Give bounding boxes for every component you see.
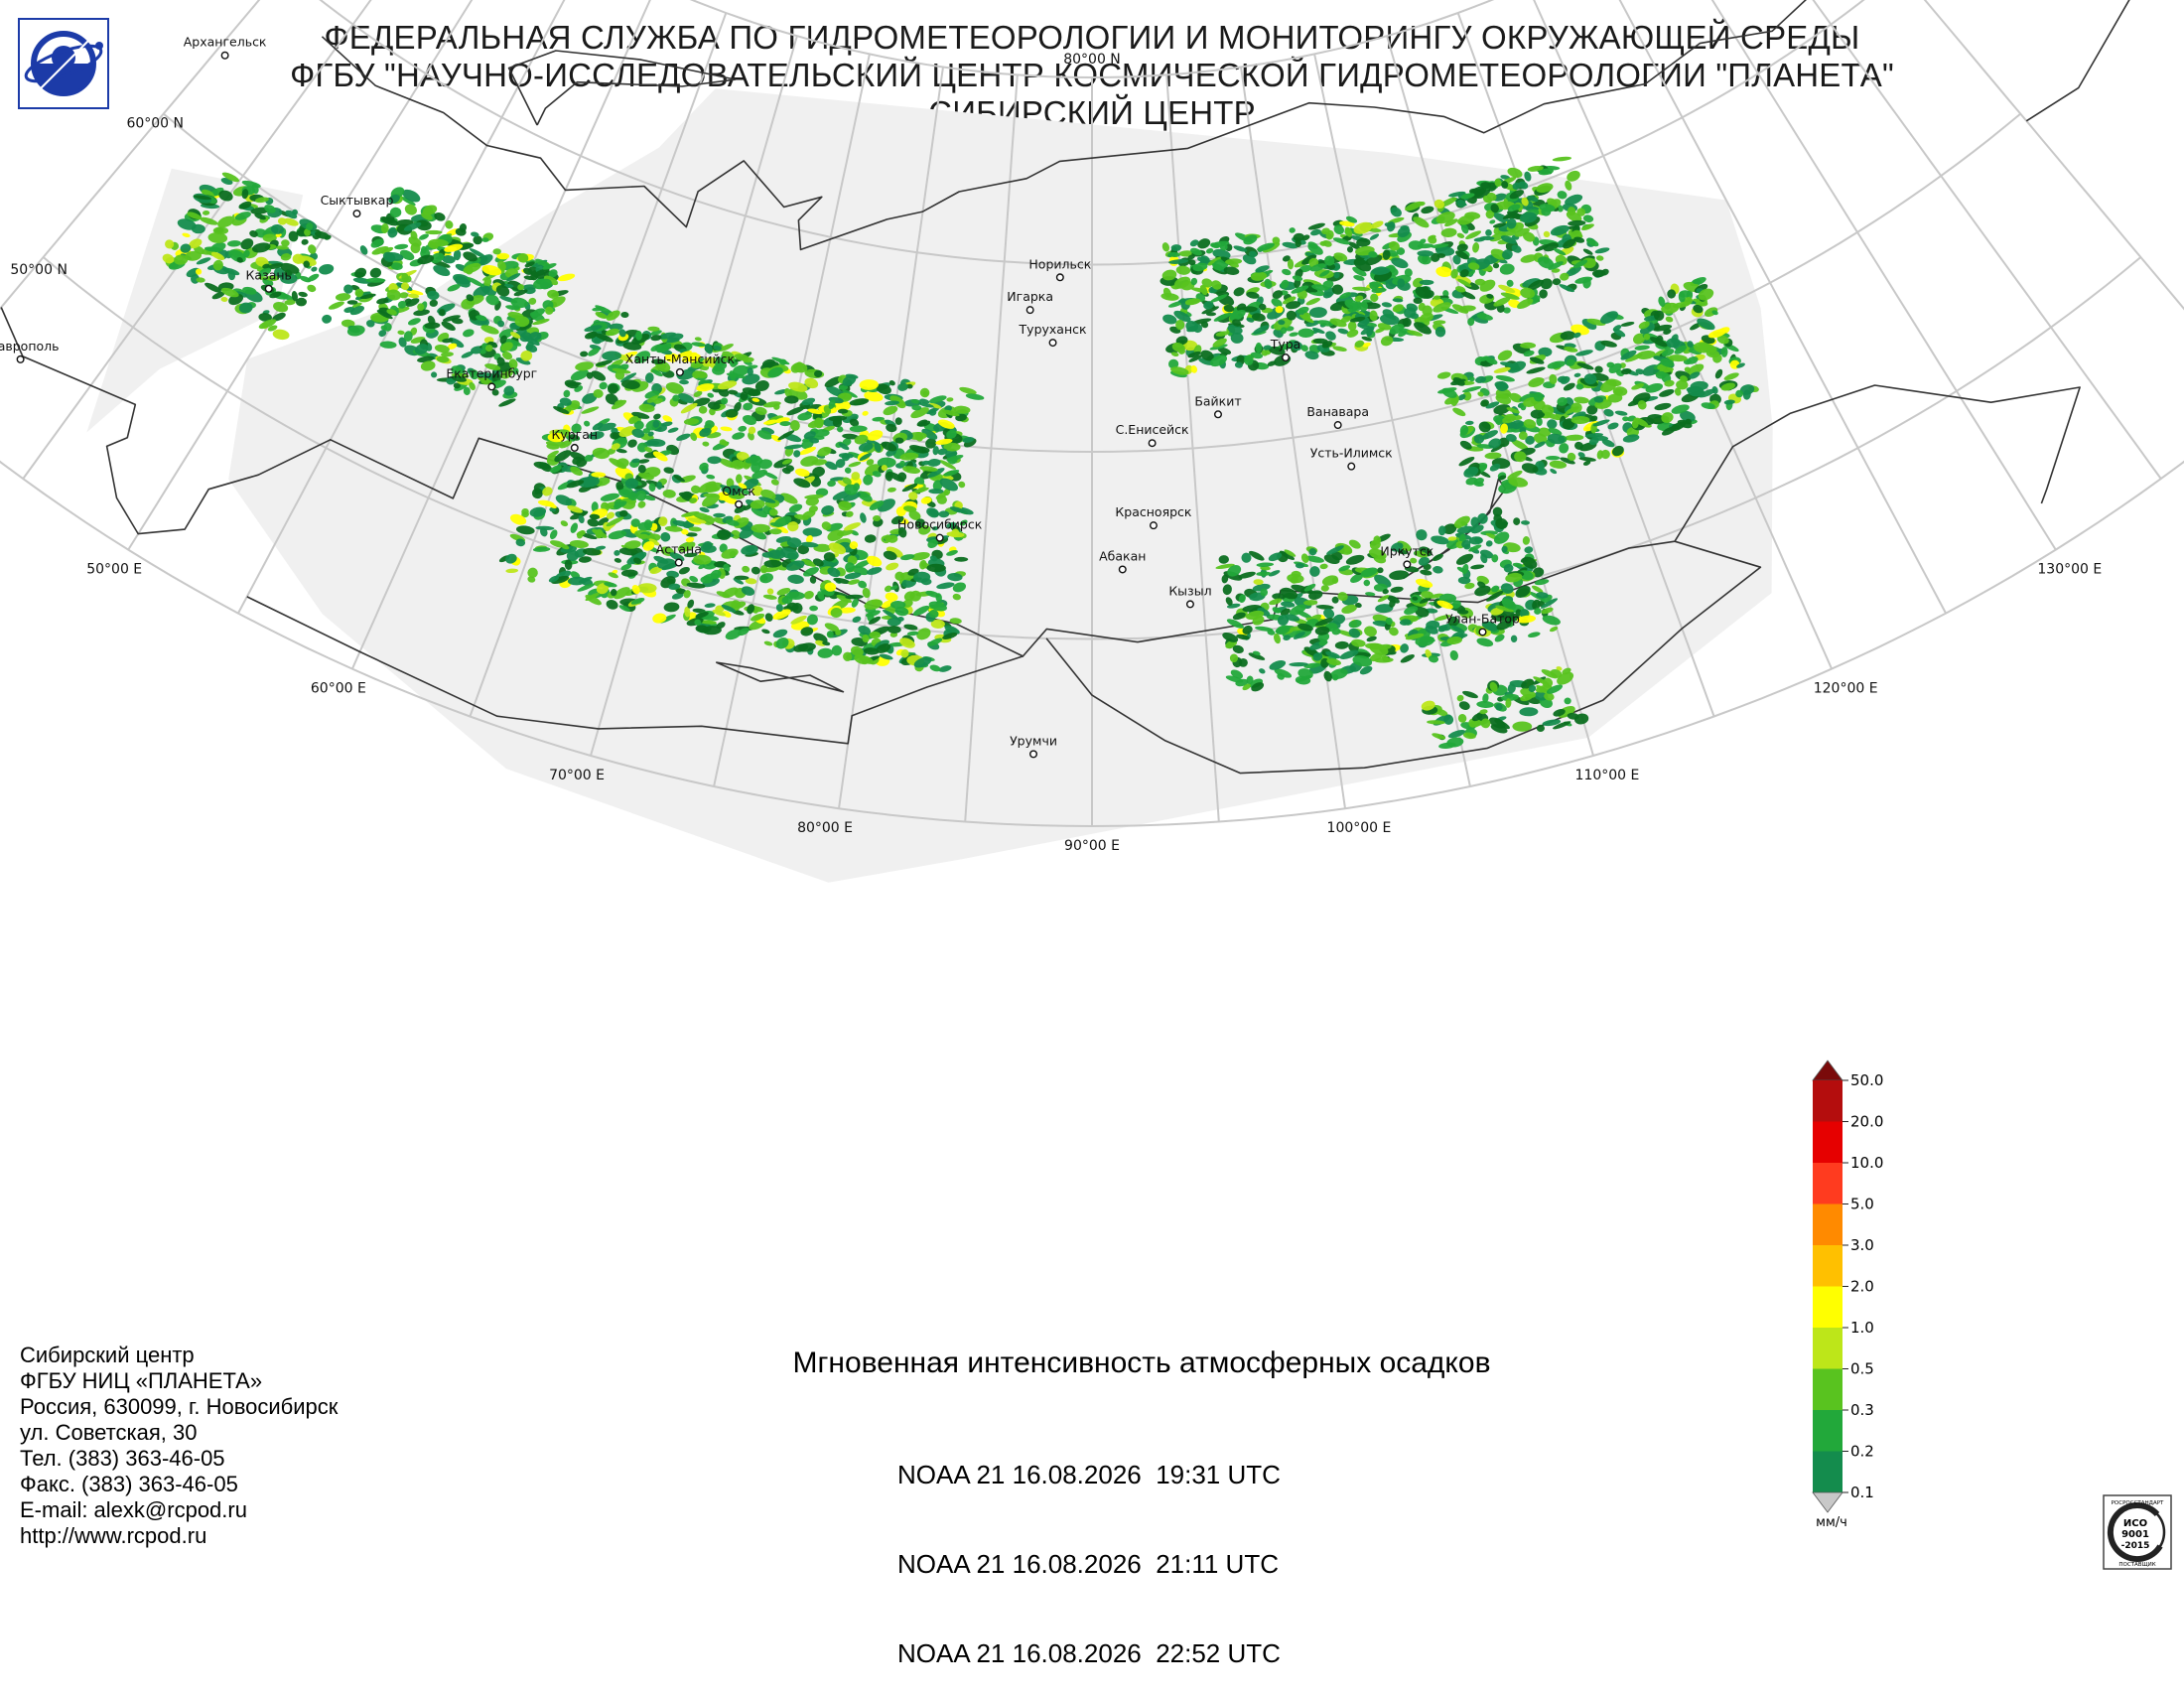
lon-label: 70°00 E [549, 768, 605, 783]
pass-line: NOAA 21 16.08.2026 21:11 UTC [897, 1549, 1279, 1579]
city-label: Ставрополь [0, 339, 59, 354]
satellite-passes: NOAA 21 16.08.2026 19:31 UTC NOAA 21 16.… [897, 1400, 1281, 1698]
city-label: Архангельск [184, 35, 267, 50]
city-label: Сыктывкар [321, 193, 394, 208]
contact-line-street: ул. Советская, 30 [20, 1420, 198, 1445]
contact-line-org: ФГБУ НИЦ «ПЛАНЕТА» [20, 1368, 263, 1393]
colorbar-step [1813, 1121, 1843, 1163]
colorbar-tick-label: 0.2 [1850, 1443, 1874, 1461]
city-label: Тура [1270, 337, 1301, 352]
city-label: Игарка [1007, 289, 1053, 304]
colorbar-top-arrow [1812, 1060, 1843, 1081]
colorbar-tick-label: 50.0 [1850, 1071, 1883, 1089]
city-label: Ханты-Мансийск [625, 352, 736, 366]
contact-line-fax: Факс. (383) 363-46-05 [20, 1472, 238, 1496]
city-marker: Сыктывкар [321, 193, 394, 218]
city-label: Кызыл [1168, 583, 1211, 598]
city-label: Байкит [1194, 393, 1241, 408]
city-label: Омск [722, 484, 755, 498]
contact-line-phone: Тел. (383) 363-46-05 [20, 1446, 225, 1471]
lon-label: 100°00 E [1327, 820, 1392, 836]
colorbar-step [1813, 1368, 1843, 1410]
lon-label: 90°00 E [1064, 838, 1120, 854]
colorbar-tick-label: 20.0 [1850, 1113, 1883, 1131]
lon-label: 60°00 E [311, 681, 366, 697]
svg-text:9001: 9001 [2121, 1529, 2149, 1540]
city-label: Норильск [1028, 256, 1091, 271]
pass-line: NOAA 21 16.08.2026 22:52 UTC [897, 1638, 1281, 1668]
colorbar-unit: мм/ч [1816, 1515, 1847, 1530]
colorbar-tick-label: 10.0 [1850, 1154, 1883, 1172]
colorbar-step [1813, 1203, 1843, 1245]
city-marker: Архангельск [184, 35, 267, 60]
okhotsk-coast [2025, 0, 2130, 122]
svg-text:ИСО: ИСО [2123, 1518, 2147, 1529]
contact-line-website[interactable]: http://www.rcpod.ru [20, 1523, 338, 1549]
product-title: Мгновенная интенсивность атмосферных оса… [792, 1346, 1491, 1379]
colorbar-tick-label: 3.0 [1850, 1236, 1874, 1254]
colorbar-tick-label: 2.0 [1850, 1278, 1874, 1296]
city-label: Ванавара [1306, 404, 1369, 419]
lat-label: 80°00 N [1063, 52, 1121, 68]
svg-text:РОСРОССТАНДАРТ: РОСРОССТАНДАРТ [2112, 1500, 2164, 1506]
colorbar-step [1813, 1410, 1843, 1452]
city-label: Астана [656, 542, 702, 557]
city-label: Казань [246, 268, 292, 283]
city-label: Красноярск [1115, 504, 1191, 519]
contact-line-center: Сибирский центр [20, 1343, 195, 1367]
colorbar-tick-label: 1.0 [1850, 1319, 1874, 1337]
meridian [1812, 0, 2162, 480]
city-label: Новосибирск [897, 517, 983, 532]
colorbar-step [1813, 1328, 1843, 1369]
city-label: Туруханск [1019, 322, 1087, 337]
colorbar-tick-label: 5.0 [1850, 1196, 1874, 1213]
colorbar-step [1813, 1286, 1843, 1328]
lon-label: 80°00 E [797, 820, 853, 836]
colorbar-step [1813, 1163, 1843, 1204]
colorbar-tick-label: 0.3 [1850, 1401, 1874, 1419]
city-label: Улан-Батор [1445, 611, 1520, 626]
city-label: Усть-Илимск [1310, 446, 1393, 461]
colorbar-step [1813, 1080, 1843, 1122]
colorbar-tick-label: 0.5 [1850, 1360, 1874, 1378]
colorbar-tick-label: 0.1 [1850, 1484, 1874, 1501]
city-label: С.Енисейск [1116, 422, 1189, 437]
city-label: Урумчи [1010, 733, 1057, 748]
contact-line-address: Россия, 630099, г. Новосибирск [20, 1394, 339, 1419]
lat-label: 50°00 N [10, 262, 68, 278]
city-label: Абакан [1099, 548, 1146, 563]
intensity-colorbar: 50.0 20.0 10.0 5.0 3.0 2.0 1.0 0.5 0.3 0.2 0.1мм/ч [1812, 1060, 1883, 1530]
city-label: Екатеринбург [446, 365, 537, 380]
iso-certification-badge: РОСРОССТАНДАРТ ИСО 9001 -2015 ПОСТАВЩИК [2103, 1494, 2172, 1570]
lon-label: 120°00 E [1814, 681, 1878, 697]
lat-label: 60°00 N [126, 115, 184, 131]
svg-text:ПОСТАВЩИК: ПОСТАВЩИК [2118, 1562, 2155, 1568]
colorbar-step [1813, 1245, 1843, 1287]
pass-line: NOAA 21 16.08.2026 19:31 UTC [897, 1460, 1281, 1489]
city-label: Иркутск [1380, 543, 1433, 558]
colorbar-step [1813, 1451, 1843, 1492]
colorbar-bottom-arrow [1812, 1491, 1843, 1513]
meridian [1923, 0, 2184, 311]
lon-label: 130°00 E [2037, 562, 2102, 578]
city-label: Курган [551, 427, 598, 442]
contact-info: Сибирский центр ФГБУ НИЦ «ПЛАНЕТА» Росси… [20, 1343, 338, 1549]
contact-line-email[interactable]: E-mail: alexk@rcpod.ru [20, 1497, 338, 1523]
lon-label: 110°00 E [1575, 768, 1640, 783]
lon-label: 50°00 E [86, 562, 142, 578]
svg-text:-2015: -2015 [2121, 1541, 2150, 1551]
